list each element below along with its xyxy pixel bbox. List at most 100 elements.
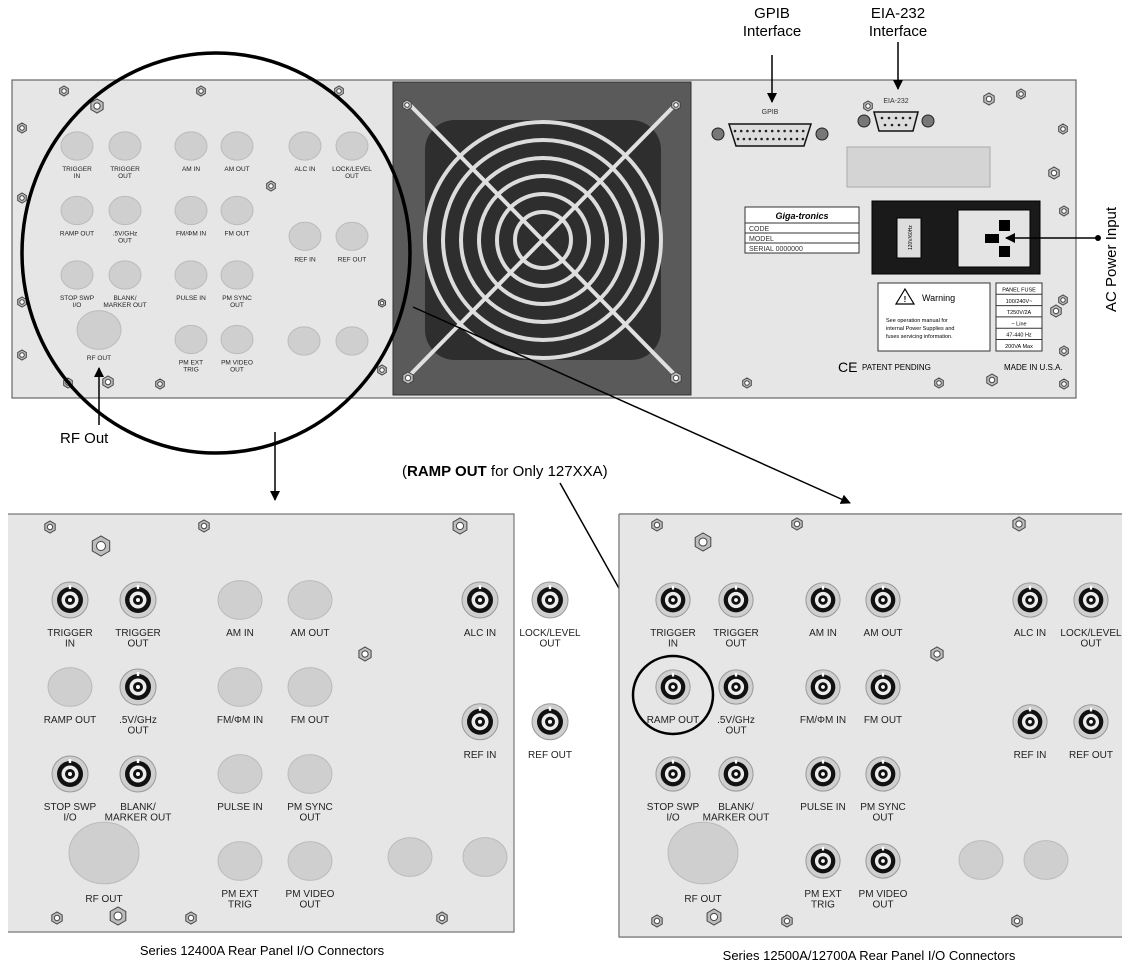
fm_out-label: FM OUT (864, 715, 902, 726)
screw-icon (742, 377, 752, 389)
screw-icon (90, 98, 104, 114)
trigger_out-label: OUT (725, 639, 746, 650)
blank-plug (462, 837, 508, 877)
rf_out-label: RF OUT (85, 894, 122, 905)
fm_in-plug (217, 667, 263, 707)
rf-out-plug (667, 821, 739, 885)
fm_in-plug (174, 195, 208, 226)
screw-icon (266, 180, 276, 192)
ref_out-plug (335, 221, 369, 251)
am_in-plug (217, 580, 263, 620)
blank-plate (846, 146, 991, 188)
bnc-connector (805, 669, 841, 705)
screw-icon (1012, 516, 1026, 532)
trigger_in-label: IN (668, 639, 678, 650)
pm_ext_trig-label: TRIG (183, 366, 199, 373)
screw-icon (436, 911, 448, 925)
blank_marker-label: BLANK/ (718, 802, 754, 813)
pm_sync_out-label: PM SYNC (860, 802, 906, 813)
screw-icon (17, 192, 27, 204)
id-row-code: CODE (749, 226, 770, 233)
bnc-connector (51, 581, 89, 619)
screw-icon (196, 85, 206, 97)
ref_out-label: REF OUT (1069, 750, 1113, 761)
caption-12500a: Series 12500A/12700A Rear Panel I/O Conn… (723, 948, 1016, 963)
bnc-connector (718, 669, 754, 705)
lock_level_out-label: LOCK/LEVEL (1060, 628, 1122, 639)
warning-line-1: See operation manual for (886, 318, 948, 324)
lock_level_out-plug (335, 131, 369, 161)
bnc-connector (805, 843, 841, 879)
pm_sync_out-plug (287, 754, 333, 794)
screw-icon (651, 914, 663, 928)
trigger_in-label: TRIGGER (650, 628, 696, 639)
gpib-callout-line1: GPIB (754, 5, 790, 22)
ce-mark: CE (838, 359, 857, 375)
screw-icon (377, 364, 387, 376)
blank-plug (387, 837, 433, 877)
fuse-row-4: 47-440 Hz (1006, 333, 1032, 339)
screw-icon (17, 349, 27, 361)
warning-line-2: internal Power Supplies and (886, 326, 955, 332)
alc_in-label: ALC IN (1014, 628, 1046, 639)
alc_in-label: ALC IN (464, 628, 496, 639)
pm_ext_trig-label: PM EXT (804, 889, 841, 900)
am_in-plug (174, 131, 208, 161)
gpib-panel-label: GPIB (762, 109, 779, 116)
pm_video_out-plug (220, 324, 254, 355)
ref_out-label: REF OUT (528, 750, 572, 761)
brand-name: Giga-tronics (775, 211, 828, 221)
trigger_out-plug (108, 131, 142, 161)
lock_level_out-label: OUT (1080, 639, 1101, 650)
bnc-connector (461, 581, 499, 619)
trigger_out-label: TRIGGER (713, 628, 759, 639)
ghz_out-plug (108, 195, 142, 226)
screw-icon (1048, 166, 1060, 180)
bnc-connector (461, 703, 499, 741)
pulse_in-label: PULSE IN (800, 802, 846, 813)
screw-icon (983, 92, 995, 106)
fuse-row-3: ~ Line (1011, 321, 1026, 327)
bnc-connector (655, 669, 691, 705)
ramp-out-note: (RAMP OUT for Only 127XXA) (402, 463, 608, 480)
bnc-connector (865, 582, 901, 618)
pm_video_out-label: PM VIDEO (286, 889, 335, 900)
bnc-connector (805, 756, 841, 792)
pm_sync_out-label: OUT (299, 813, 320, 824)
screw-icon (651, 518, 663, 532)
screw-icon (1059, 345, 1069, 357)
rf-out-callout: RF Out (60, 430, 109, 447)
ref_in-label: REF IN (1014, 750, 1047, 761)
bnc-connector (1073, 704, 1109, 740)
pulse_in-label: PULSE IN (217, 802, 263, 813)
screw-icon (185, 911, 197, 925)
screw-icon (358, 646, 372, 662)
svg-text:!: ! (904, 295, 907, 304)
blank-plug (335, 326, 369, 356)
pm_video_out-label: PM VIDEO (859, 889, 908, 900)
bnc-connector (51, 755, 89, 793)
stop_swp-label: STOP SWP (647, 802, 700, 813)
blank-plug (287, 326, 321, 356)
warning-line-3: fuses servicing information. (886, 334, 953, 340)
id-row-model: MODEL (749, 236, 774, 243)
pulse_in-label: PULSE IN (176, 295, 206, 302)
pulse_in-plug (174, 260, 208, 290)
pm_ext_trig-plug (217, 841, 263, 881)
pm_ext_trig-label: TRIG (228, 900, 252, 911)
am_out-plug (220, 131, 254, 161)
screw-icon (934, 377, 944, 389)
stop_swp-label: I/O (666, 813, 680, 824)
blank-plug (1023, 840, 1069, 880)
ghz_out-label: .5V/GHz (717, 715, 755, 726)
screw-icon (91, 535, 111, 557)
ghz_out-label: OUT (127, 726, 148, 737)
screw-icon (51, 911, 63, 925)
screw-icon (402, 371, 414, 385)
pm_ext_trig-plug (174, 324, 208, 355)
screw-icon (17, 296, 27, 308)
stop_swp-label: I/O (73, 302, 82, 309)
am_out-label: AM OUT (864, 628, 903, 639)
screw-icon (1011, 914, 1023, 928)
trigger_in-label: TRIGGER (47, 628, 93, 639)
